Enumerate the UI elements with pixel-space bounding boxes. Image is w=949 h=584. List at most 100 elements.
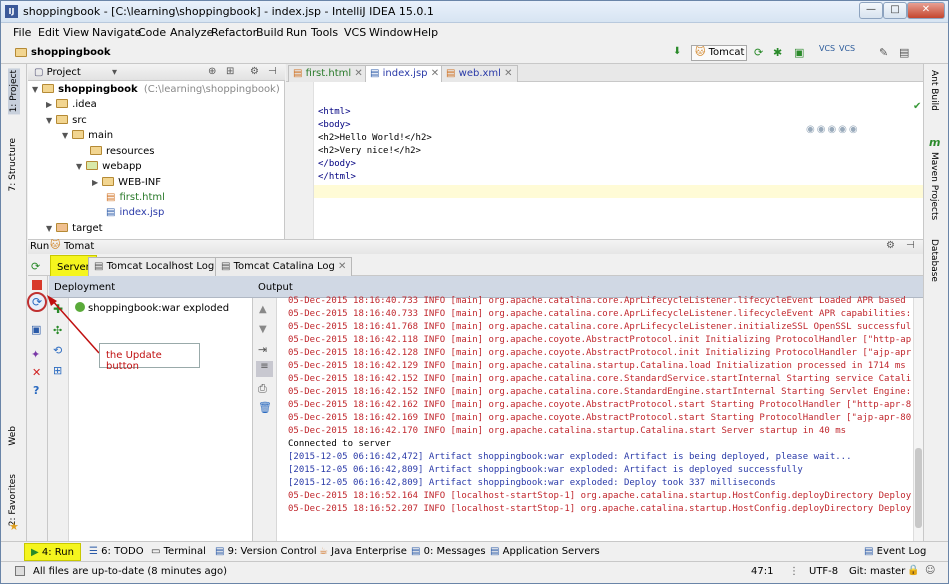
structure-tool-tab[interactable]: 7: Structure — [8, 138, 18, 192]
hide-icon[interactable]: ⊣ — [906, 240, 915, 251]
ant-build-tool-tab[interactable]: Ant Build — [929, 70, 939, 111]
soft-wrap-icon[interactable]: ⇥ — [258, 343, 267, 356]
run-config-select[interactable]: 🐱 Tomcat — [691, 45, 747, 61]
project-tool-tab[interactable]: 1: Project — [8, 68, 20, 115]
tool-version-control[interactable]: ▤ 9: Version Control — [215, 546, 317, 557]
tool-label: 9: Version Control — [227, 546, 317, 557]
favorites-tool-tab[interactable]: 2: Favorites — [8, 474, 18, 526]
vcs-update-icon[interactable]: VCS — [819, 44, 835, 53]
tab-index-jsp[interactable]: ▤ index.jsp ✕ — [365, 65, 445, 82]
debug-icon[interactable]: ✱ — [773, 46, 782, 59]
trash-icon[interactable]: 🗑 — [258, 401, 272, 414]
html-file-icon: ▤ — [106, 192, 116, 203]
code-line[interactable]: <body> — [318, 120, 351, 130]
arrow-down-icon[interactable]: ▼ — [259, 324, 267, 335]
close-icon[interactable]: ✕ — [504, 68, 512, 79]
hide-icon[interactable]: ⊣ — [268, 66, 277, 77]
project-view-select[interactable]: ▢ Project ▾ — [34, 67, 117, 78]
menu-edit[interactable]: Edit — [38, 26, 59, 39]
vcs-commit-icon[interactable]: VCS — [839, 44, 855, 53]
menu-bar: File Edit View Navigate Code Analyze Ref… — [1, 23, 948, 42]
print-icon[interactable]: ⎙ — [258, 382, 267, 396]
tree-item-idea[interactable]: ▶ .idea — [46, 99, 97, 110]
tool-messages[interactable]: ▤ 0: Messages — [411, 546, 486, 557]
menu-view[interactable]: View — [63, 26, 89, 39]
layout-icon[interactable]: ▣ — [31, 323, 41, 336]
menu-navigate[interactable]: Navigate — [92, 26, 141, 39]
coverage-icon[interactable]: ▣ — [794, 46, 804, 59]
build-icon[interactable]: ⬇ — [673, 46, 687, 60]
close-icon[interactable]: ✕ — [338, 261, 346, 272]
folder-icon — [90, 146, 102, 155]
rerun-icon[interactable]: ⟳ — [754, 46, 763, 59]
sync-icon[interactable]: ⊕ — [208, 66, 216, 77]
gear-icon[interactable]: ⚙ — [250, 66, 259, 77]
tree-item-webapp[interactable]: ▼ webapp — [76, 161, 142, 172]
menu-analyze[interactable]: Analyze — [170, 26, 213, 39]
close-icon[interactable]: ✕ — [32, 366, 41, 379]
pin-icon[interactable]: ✦ — [31, 348, 40, 361]
code-line[interactable]: </body> — [318, 159, 356, 169]
tool-terminal[interactable]: ▭ Terminal — [151, 546, 206, 557]
arrow-up-icon[interactable]: ▲ — [259, 304, 267, 315]
tree-item-src[interactable]: ▼ src — [46, 115, 87, 126]
menu-build[interactable]: Build — [256, 26, 284, 39]
tree-item-main[interactable]: ▼ main — [62, 130, 113, 141]
breadcrumb[interactable]: shoppingbook — [31, 47, 111, 58]
code-line[interactable]: <h2>Hello World!</h2> — [318, 133, 432, 143]
code-line[interactable]: <h2>Very nice!</h2> — [318, 146, 421, 156]
menu-run[interactable]: Run — [286, 26, 307, 39]
rerun-icon[interactable]: ⟳ — [31, 260, 40, 273]
tool-run[interactable]: ▶ 4: Run — [24, 543, 81, 561]
menu-tools[interactable]: Tools — [311, 26, 338, 39]
web-tool-tab[interactable]: Web — [8, 426, 18, 446]
tree-root[interactable]: ▼ shoppingbook (C:\learning\shoppingbook) — [32, 84, 280, 95]
tree-item-index-jsp[interactable]: ▤ index.jsp — [106, 207, 164, 218]
git-branch[interactable]: Git: master — [849, 566, 905, 577]
minimize-button[interactable]: — — [859, 2, 883, 19]
menu-refactor[interactable]: Refactor — [211, 26, 257, 39]
scrollbar-thumb[interactable] — [915, 448, 922, 528]
tab-web-xml[interactable]: ▤ web.xml ✕ — [441, 65, 518, 82]
maximize-button[interactable]: □ — [883, 2, 907, 19]
code-line[interactable]: </html> — [318, 172, 356, 182]
database-tool-tab[interactable]: Database — [929, 239, 939, 282]
maven-projects-tool-tab[interactable]: Maven Projects — [929, 152, 939, 220]
gear-icon[interactable]: ⚙ — [886, 240, 895, 251]
editor-scrollbar[interactable] — [913, 114, 921, 214]
file-encoding[interactable]: UTF-8 — [809, 566, 838, 577]
tab-first-html[interactable]: ▤ first.html ✕ — [288, 65, 368, 82]
stop-icon[interactable] — [32, 280, 42, 290]
caret-position[interactable]: 47:1 — [751, 566, 773, 577]
tab-tomcat-localhost-log[interactable]: ▤ Tomcat Localhost Log ✕ — [88, 257, 232, 276]
scroll-end-icon[interactable]: ≡ — [256, 361, 273, 377]
menu-help[interactable]: Help — [413, 26, 438, 39]
help-icon[interactable]: ? — [33, 384, 39, 397]
project-structure-icon[interactable]: ▤ — [899, 46, 909, 59]
tool-event-log[interactable]: ▤ Event Log — [864, 546, 926, 557]
close-icon[interactable]: ✕ — [354, 68, 362, 79]
tree-item-target[interactable]: ▼ target — [46, 223, 103, 234]
tool-todo[interactable]: ☰ 6: TODO — [89, 546, 144, 557]
line-separator[interactable]: ⋮ — [789, 566, 799, 577]
tool-java-enterprise[interactable]: ☕ Java Enterprise — [319, 546, 407, 557]
collapse-icon[interactable]: ⊞ — [226, 66, 234, 77]
lock-icon[interactable]: 🔒 — [907, 565, 919, 576]
artifact-icon[interactable]: ⊞ — [53, 364, 62, 377]
menu-code[interactable]: Code — [138, 26, 166, 39]
run-toolwindow-header: Run 🐱 Tomat ⚙ ⊣ — [28, 239, 923, 254]
tree-item-resources[interactable]: resources — [90, 146, 154, 157]
code-line[interactable]: <html> — [318, 107, 351, 117]
tab-tomcat-catalina-log[interactable]: ▤ Tomcat Catalina Log ✕ — [215, 257, 353, 276]
inspector-icon[interactable]: ☺ — [925, 565, 935, 576]
tree-item-web-inf[interactable]: ▶ WEB-INF — [92, 177, 161, 188]
menu-vcs[interactable]: VCS — [344, 26, 366, 39]
close-icon[interactable]: ✕ — [431, 68, 439, 79]
output-scrollbar[interactable] — [913, 298, 923, 541]
menu-window[interactable]: Window — [369, 26, 412, 39]
tool-application-servers[interactable]: ▤ Application Servers — [490, 546, 600, 557]
close-button[interactable]: ✕ — [907, 2, 945, 19]
wrench-icon[interactable]: ✎ — [879, 46, 888, 59]
tree-item-first-html[interactable]: ▤ first.html — [106, 192, 165, 203]
menu-file[interactable]: File — [13, 26, 31, 39]
